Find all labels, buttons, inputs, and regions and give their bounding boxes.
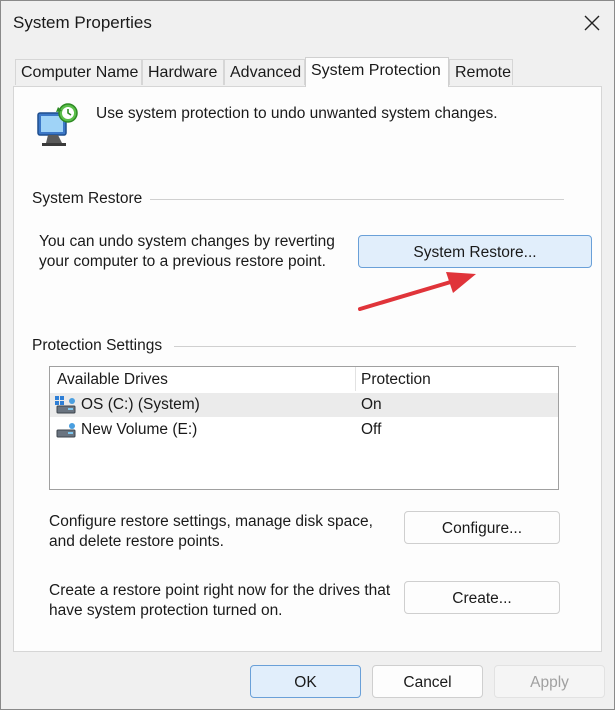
- system-drive-icon: [55, 396, 76, 414]
- desc-line: and delete restore points.: [49, 533, 224, 550]
- drive-protection-status: Off: [361, 421, 382, 438]
- column-header-protection[interactable]: Protection: [361, 371, 431, 389]
- tab-label: System Protection: [311, 62, 441, 79]
- list-header: Available Drives Protection: [50, 367, 558, 391]
- desc-line: You can undo system changes by reverting: [39, 233, 335, 250]
- desc-line: your computer to a previous restore poin…: [39, 253, 326, 270]
- system-restore-button[interactable]: System Restore...: [358, 235, 592, 268]
- desc-line: Configure restore settings, manage disk …: [49, 513, 373, 530]
- tab-advanced[interactable]: Advanced: [224, 59, 305, 85]
- tab-label: Advanced: [230, 64, 302, 81]
- tab-label: Computer Name: [21, 64, 139, 81]
- tab-system-protection[interactable]: System Protection: [305, 57, 449, 87]
- title-bar: System Properties: [1, 1, 614, 47]
- system-protection-icon: [37, 103, 78, 146]
- system-properties-window: System Properties Computer Name Hardware…: [0, 0, 615, 710]
- column-separator[interactable]: [355, 367, 356, 391]
- window-title: System Properties: [13, 13, 152, 32]
- protection-settings-group-label: Protection Settings: [32, 337, 168, 355]
- group-divider: [174, 346, 576, 347]
- desc-line: have system protection turned on.: [49, 602, 283, 619]
- close-icon: [584, 15, 600, 31]
- drive-name: OS (C:) (System): [81, 396, 200, 413]
- desc-line: Create a restore point right now for the…: [49, 582, 391, 599]
- drive-row-c[interactable]: OS (C:) (System) On: [50, 393, 558, 417]
- tab-hardware[interactable]: Hardware: [142, 59, 224, 85]
- group-divider: [150, 199, 564, 200]
- system-restore-group-label: System Restore: [32, 190, 148, 208]
- create-description: Create a restore point right now for the…: [49, 581, 409, 621]
- ok-button[interactable]: OK: [250, 665, 361, 698]
- drive-row-e[interactable]: New Volume (E:) Off: [50, 418, 558, 442]
- system-restore-description: You can undo system changes by reverting…: [39, 232, 359, 272]
- create-button[interactable]: Create...: [404, 581, 560, 614]
- configure-description: Configure restore settings, manage disk …: [49, 512, 409, 552]
- drive-name: New Volume (E:): [81, 421, 198, 438]
- available-drives-list[interactable]: Available Drives Protection OS (C:) (Sys…: [49, 366, 559, 490]
- system-protection-panel: Use system protection to undo unwanted s…: [13, 86, 602, 652]
- tab-remote[interactable]: Remote: [449, 59, 513, 85]
- drive-protection-status: On: [361, 396, 382, 413]
- intro-text: Use system protection to undo unwanted s…: [96, 105, 498, 122]
- red-arrow-annotation: [358, 272, 476, 311]
- configure-button[interactable]: Configure...: [404, 511, 560, 544]
- close-button[interactable]: [568, 1, 614, 47]
- column-header-drives[interactable]: Available Drives: [57, 371, 168, 389]
- cancel-button[interactable]: Cancel: [372, 665, 483, 698]
- tab-label: Hardware: [148, 64, 218, 81]
- drive-icon: [56, 423, 76, 438]
- apply-button[interactable]: Apply: [494, 665, 605, 698]
- tab-computer-name[interactable]: Computer Name: [15, 59, 142, 85]
- tab-label: Remote: [455, 64, 512, 81]
